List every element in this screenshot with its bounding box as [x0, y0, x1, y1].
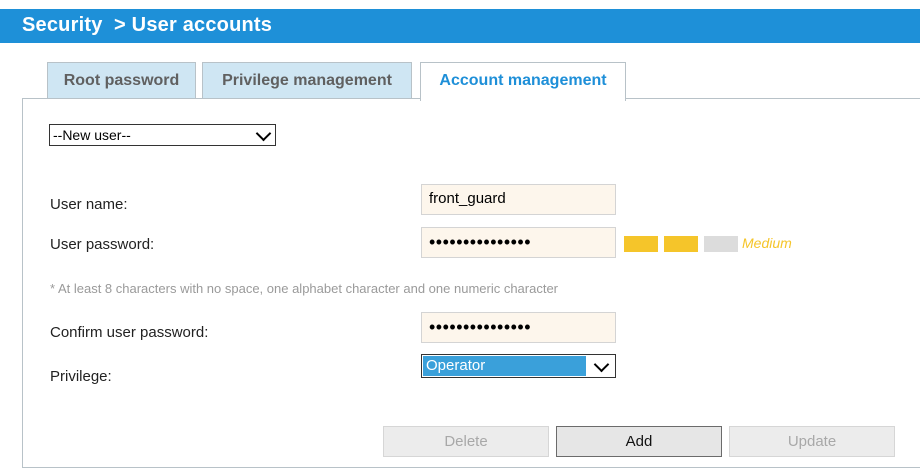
- password-hint: * At least 8 characters with no space, o…: [50, 281, 559, 296]
- tab-account-management[interactable]: Account management: [420, 62, 626, 101]
- delete-button[interactable]: Delete: [383, 426, 549, 457]
- page-header: Security > User accounts: [0, 0, 920, 43]
- strength-bar-1: [624, 236, 658, 252]
- chevron-down-icon: [593, 356, 610, 373]
- strength-bar-2: [664, 236, 698, 252]
- chevron-down-icon: [255, 125, 272, 142]
- page-title: Security > User accounts: [22, 14, 273, 36]
- password-value: •••••••••••••••: [429, 232, 532, 252]
- strength-bar-3: [704, 236, 738, 252]
- username-field[interactable]: front_guard: [421, 184, 616, 215]
- password-strength-text: Medium: [742, 235, 792, 251]
- account-select[interactable]: --New user--: [49, 124, 276, 146]
- title-bar: Security > User accounts: [0, 9, 920, 43]
- confirm-password-label: Confirm user password:: [50, 324, 209, 341]
- privilege-label: Privilege:: [50, 368, 112, 385]
- account-select-value: --New user--: [53, 127, 131, 143]
- tab-privilege-management[interactable]: Privilege management: [202, 62, 412, 98]
- tab-root-password[interactable]: Root password: [47, 62, 196, 98]
- add-button[interactable]: Add: [556, 426, 722, 457]
- privilege-select[interactable]: Operator: [421, 354, 616, 378]
- confirm-password-field[interactable]: •••••••••••••••: [421, 312, 616, 343]
- password-label: User password:: [50, 236, 155, 253]
- username-label: User name:: [50, 196, 128, 213]
- update-button[interactable]: Update: [729, 426, 895, 457]
- password-field[interactable]: •••••••••••••••: [421, 227, 616, 258]
- privilege-select-value: Operator: [423, 356, 586, 376]
- confirm-password-value: •••••••••••••••: [429, 317, 532, 337]
